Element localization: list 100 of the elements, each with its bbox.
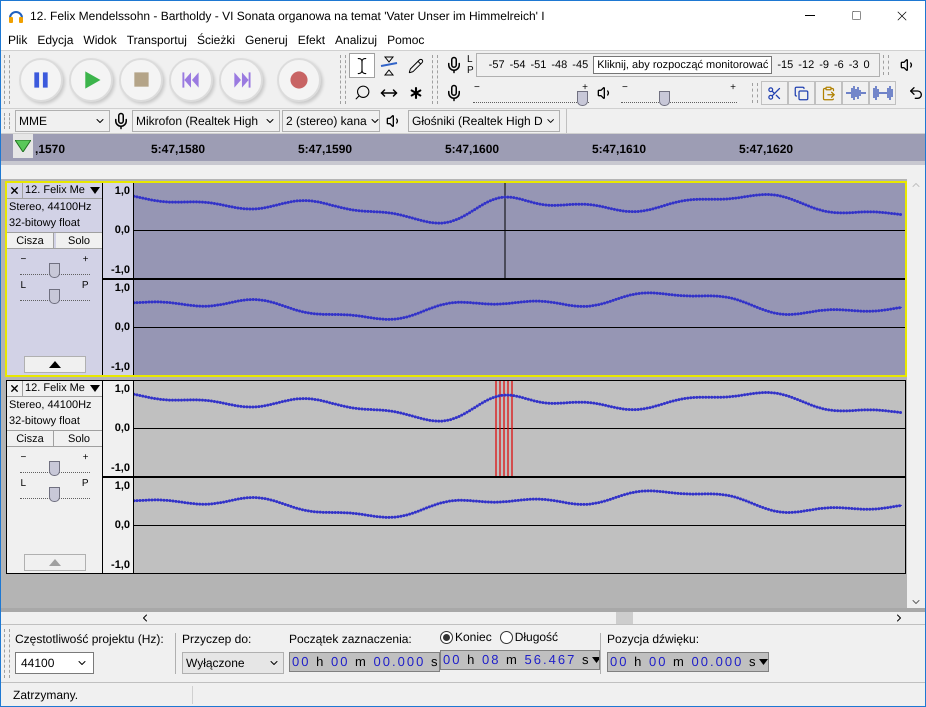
scale-label: 1,0 (114, 479, 130, 494)
scale-label: 1,0 (114, 281, 130, 296)
track[interactable]: 12. Felix Me Stereo, 44100Hz 32-bitowy float Cisza Solo − + L P 1,0 0,0 -1,0 1,0 0,0 -1,0 (5, 181, 907, 377)
radio-button[interactable]: Koniec (440, 628, 492, 646)
skip-end-button[interactable] (219, 58, 263, 102)
scale-label: 0,0 (114, 223, 130, 238)
play-head-button[interactable] (13, 134, 33, 158)
copy-button[interactable] (788, 81, 815, 105)
scale-label: 1,0 (114, 184, 130, 199)
horizontal-scrollbar[interactable] (1, 608, 925, 624)
meter-tick-label: -3 (848, 58, 859, 73)
ruler-label: 5:47,1580 (151, 141, 206, 158)
slider-thumb[interactable] (659, 91, 670, 106)
slider-track[interactable] (20, 265, 90, 275)
slider-min-label: L (20, 479, 26, 489)
ruler-label: 5:47,1590 (298, 141, 354, 158)
channels-dropdown[interactable]: 2 (stereo) kana (282, 110, 380, 132)
host-dropdown[interactable]: MME (15, 110, 110, 132)
slider-min-label: L (20, 281, 26, 291)
minimize-icon (805, 15, 815, 16)
scale-label: 0,0 (114, 518, 130, 534)
track-name-menu[interactable]: 12. Felix Me (23, 380, 102, 397)
slider-track[interactable] (20, 291, 90, 301)
slider-track[interactable] (20, 463, 90, 473)
waveform-icon (872, 86, 892, 100)
dropdown-arrow-icon (90, 385, 100, 392)
selection-tool[interactable] (349, 53, 375, 78)
track[interactable]: 12. Felix Me Stereo, 44100Hz 32-bitowy float Cisza Solo − + L P 1,0 0,0 -1,0 1,0 0,0 -1,0 (6, 380, 906, 574)
pause-button[interactable] (19, 58, 63, 102)
scale-label: 0,0 (114, 320, 130, 336)
slider-track[interactable] (473, 93, 589, 103)
slider-thumb[interactable] (577, 91, 588, 106)
meter-tick-label: -12 (798, 58, 814, 73)
menu-item[interactable]: Ścieżki (192, 31, 240, 49)
scale-label: -1,0 (111, 360, 130, 374)
rate-label: Częstotliwość projektu (Hz): (15, 631, 165, 648)
meter-tick-label: -57 (488, 58, 505, 73)
recording-meter[interactable]: -57 -54 -51 -48 -45 Kliknij, aby rozpocząć monitorować -15 -12 -9 -6 -3 0 (476, 53, 880, 77)
input-device-dropdown[interactable]: Mikrofon (Realtek High (132, 110, 280, 132)
slider-thumb[interactable] (48, 487, 60, 502)
record-button[interactable] (277, 58, 321, 102)
meter-tick-label: -45 (572, 58, 588, 73)
waveform-icon (846, 86, 866, 100)
timeline-ruler[interactable]: ,1570 5:47,1580 5:47,1590 5:47,1600 5:47,1610 5:47,1620 (1, 134, 925, 165)
scale-label: 1,0 (114, 382, 130, 397)
mute-button[interactable]: Cisza (7, 233, 54, 248)
slider-track[interactable] (20, 489, 90, 499)
meter-channel-label: L (467, 54, 474, 65)
dropdown-arrow-icon (90, 187, 100, 194)
ruler-label: 5:47,1620 (739, 141, 794, 158)
slider-min-label: − (622, 83, 628, 93)
solo-button[interactable]: Solo (56, 233, 102, 248)
slider-thumb[interactable] (48, 263, 60, 278)
trim-audio-button[interactable] (842, 81, 869, 105)
menu-item[interactable]: Edycja (32, 31, 78, 49)
copy-icon (794, 86, 809, 100)
output-device-dropdown[interactable]: Głośniki (Realtek High D (408, 110, 560, 132)
vertical-scrollbar[interactable] (907, 179, 925, 608)
collapse-button[interactable] (24, 356, 86, 373)
skip-start-button[interactable] (169, 58, 213, 102)
scale-label: -1,0 (111, 262, 130, 278)
meter-tick-label: -6 (834, 58, 844, 73)
scrollbar-thumb[interactable] (616, 612, 633, 624)
menu-item[interactable]: Generuj (240, 31, 293, 49)
slider-track[interactable] (621, 93, 737, 103)
ruler-label: 5:47,1610 (592, 141, 648, 158)
trim-button[interactable] (761, 81, 788, 105)
menu-item[interactable]: Efekt (292, 31, 330, 49)
microphone-icon (445, 84, 463, 102)
slider-thumb[interactable] (48, 289, 60, 304)
silence-audio-button[interactable] (869, 81, 896, 105)
slider-thumb[interactable] (48, 461, 60, 476)
track-name-menu[interactable]: 12. Felix Me (23, 182, 102, 199)
slider-min-label: − (474, 83, 480, 93)
scale-label: -1,0 (111, 460, 130, 476)
snap-label: Przyczep do: (182, 631, 252, 648)
menu-item[interactable]: Transportuj (122, 31, 192, 49)
track-info: 32-bitowy float (8, 216, 81, 231)
selection-start-label: Początek zaznaczenia: (289, 631, 413, 648)
tooltip: Kliknij, aby rozpocząć monitorować (593, 56, 772, 74)
meter-tick-label: -15 (777, 58, 794, 73)
ruler-label: 5:47,1600 (445, 141, 500, 158)
microphone-icon (112, 112, 130, 130)
rate-dropdown[interactable]: 44100 (15, 652, 94, 674)
menu-item[interactable]: Plik (3, 31, 32, 49)
menu-item[interactable]: Widok (78, 31, 122, 49)
maximize-icon (850, 10, 862, 21)
radio-button[interactable]: Długość (500, 628, 558, 646)
dropdown-arrow-icon[interactable] (592, 657, 599, 663)
snap-dropdown[interactable]: Wyłączone (182, 652, 284, 674)
radio-circle[interactable] (440, 630, 453, 644)
menu-item[interactable]: Pomoc (382, 31, 430, 49)
collapse-arrow-icon (48, 559, 60, 566)
undo-icon[interactable] (908, 85, 924, 101)
window-title: 12. Felix Mendelssohn - Bartholdy - VI Sonata organowa na temat 'Vater Unser im Himmelreich' I (30, 8, 546, 24)
menu-item[interactable]: Analizuj (330, 31, 382, 49)
status-text: Zatrzymany. (1, 686, 193, 704)
slider-max-label: + (82, 255, 88, 265)
scale-label: -1,0 (111, 558, 130, 572)
dropdown-arrow-icon[interactable] (759, 659, 768, 665)
